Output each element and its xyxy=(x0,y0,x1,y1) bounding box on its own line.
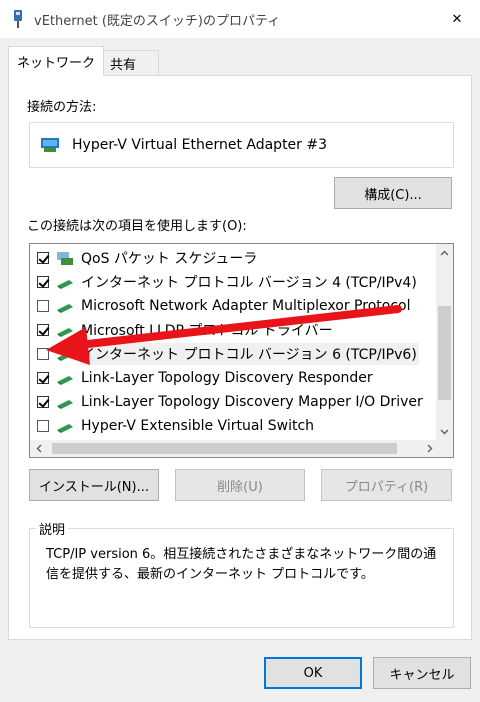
adapter-box: Hyper-V Virtual Ethernet Adapter #3 xyxy=(29,122,454,168)
protocol-icon xyxy=(55,394,75,410)
list-item-label: インターネット プロトコル バージョン 6 (TCP/IPv6) xyxy=(79,343,419,365)
uninstall-button[interactable]: 削除(U) xyxy=(175,469,305,501)
list-item-label: Hyper-V Extensible Virtual Switch xyxy=(81,418,315,434)
close-icon[interactable]: ✕ xyxy=(444,6,470,32)
tab-network[interactable]: ネットワーク xyxy=(8,46,105,76)
horizontal-scroll-thumb[interactable] xyxy=(52,443,397,454)
list-item-selected[interactable]: インターネット プロトコル バージョン 6 (TCP/IPv6) xyxy=(30,342,430,366)
list-item[interactable]: Hyper-V Extensible Virtual Switch xyxy=(30,414,430,438)
checkbox[interactable] xyxy=(37,324,49,336)
items-label: この接続は次の項目を使用します(O): xyxy=(27,219,247,234)
list-item-label: Microsoft Network Adapter Multiplexor Pr… xyxy=(81,298,411,314)
tab-strip: ネットワーク 共有 xyxy=(8,46,160,76)
network-adapter-icon xyxy=(10,10,26,28)
checkbox[interactable] xyxy=(37,396,49,408)
list-item-label: Microsoft LLDP プロトコル ドライバー xyxy=(81,323,333,339)
horizontal-scrollbar[interactable] xyxy=(30,440,438,457)
chevron-up-icon[interactable] xyxy=(436,244,453,261)
list-item-label: Link-Layer Topology Discovery Responder xyxy=(81,370,373,386)
list-item[interactable]: QoS パケット スケジューラ xyxy=(30,246,430,270)
checkbox[interactable] xyxy=(37,276,49,288)
ok-button[interactable]: OK xyxy=(264,657,362,689)
checkbox[interactable] xyxy=(37,348,49,360)
list-item-label: インターネット プロトコル バージョン 4 (TCP/IPv4) xyxy=(81,275,417,291)
chevron-left-icon[interactable] xyxy=(30,440,47,457)
install-button[interactable]: インストール(N)... xyxy=(29,469,159,501)
properties-button[interactable]: プロパティ(R) xyxy=(321,469,452,501)
protocol-icon xyxy=(55,370,75,386)
checkbox[interactable] xyxy=(37,252,49,264)
chevron-down-icon[interactable] xyxy=(436,423,453,440)
list-item[interactable]: インターネット プロトコル バージョン 4 (TCP/IPv4) xyxy=(30,270,430,294)
list-item[interactable]: Link-Layer Topology Discovery Responder xyxy=(30,366,430,390)
components-list[interactable]: QoS パケット スケジューラ インターネット プロトコル バージョン 4 (T… xyxy=(29,243,454,458)
scrollbar-corner xyxy=(436,440,453,457)
adapter-name: Hyper-V Virtual Ethernet Adapter #3 xyxy=(72,137,328,153)
cancel-button[interactable]: キャンセル xyxy=(373,657,471,689)
checkbox[interactable] xyxy=(37,420,49,432)
list-item[interactable]: Link-Layer Topology Discovery Mapper I/O… xyxy=(30,390,430,414)
protocol-icon xyxy=(55,274,75,290)
description-text: TCP/IP version 6。相互接続されたさまざまなネットワーク間の通信を… xyxy=(46,547,437,582)
list-item-label: Link-Layer Topology Discovery Mapper I/O… xyxy=(81,394,423,410)
protocol-icon xyxy=(55,298,75,314)
list-item[interactable]: Microsoft LLDP プロトコル ドライバー xyxy=(30,318,430,342)
list-item[interactable]: Microsoft Network Adapter Multiplexor Pr… xyxy=(30,294,430,318)
connect-using-label: 接続の方法: xyxy=(27,100,97,115)
network-card-icon xyxy=(40,136,62,154)
description-legend: 説明 xyxy=(36,519,69,538)
description-group: 説明 TCP/IP version 6。相互接続されたさまざまなネットワーク間の… xyxy=(29,519,454,628)
tab-sharing[interactable]: 共有 xyxy=(103,50,160,76)
qos-icon xyxy=(55,250,75,266)
protocol-icon xyxy=(55,418,75,434)
configure-button[interactable]: 構成(C)... xyxy=(334,177,452,209)
list-item-label: QoS パケット スケジューラ xyxy=(81,251,258,267)
tab-panel-network: 接続の方法: Hyper-V Virtual Ethernet Adapter … xyxy=(8,75,472,640)
checkbox[interactable] xyxy=(37,300,49,312)
vertical-scroll-thumb[interactable] xyxy=(438,306,451,400)
title-bar: vEthernet (既定のスイッチ)のプロパティ ✕ xyxy=(0,0,480,38)
checkbox[interactable] xyxy=(37,372,49,384)
protocol-icon xyxy=(55,346,75,362)
vertical-scrollbar[interactable] xyxy=(436,244,453,440)
protocol-icon xyxy=(55,322,75,338)
window-title: vEthernet (既定のスイッチ)のプロパティ xyxy=(34,13,281,29)
